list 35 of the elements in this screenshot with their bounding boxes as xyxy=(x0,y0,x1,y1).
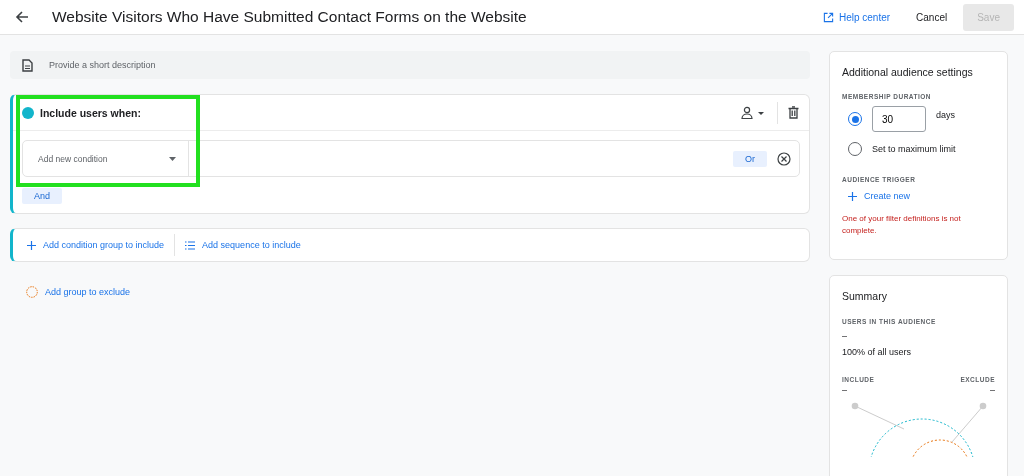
group-title: Include users when: xyxy=(40,106,142,119)
add-action-link[interactable]: Add condition group to include xyxy=(27,240,165,250)
users-count: – xyxy=(842,331,848,341)
trash-icon[interactable] xyxy=(788,106,799,119)
panel-title: Additional audience settings xyxy=(842,66,974,78)
list-icon xyxy=(185,240,196,250)
dashed-circle-icon xyxy=(26,286,38,298)
plus-icon xyxy=(848,191,857,201)
description-field[interactable]: Provide a short description xyxy=(10,51,810,79)
or-button[interactable]: Or xyxy=(733,150,767,167)
exclude-group-link[interactable]: Add group to exclude xyxy=(26,286,810,298)
page-title: Website Visitors Who Have Submitted Contact Forms on the Website xyxy=(52,8,528,26)
help-center-link[interactable]: Help center xyxy=(822,11,891,23)
back-arrow-icon[interactable] xyxy=(14,9,30,25)
days-input[interactable]: 30 xyxy=(872,106,926,132)
group-dot-icon xyxy=(22,106,34,119)
caret-icon xyxy=(169,156,176,161)
users-share: 100% of all users xyxy=(842,347,913,357)
include-count: – xyxy=(842,385,847,395)
user-scope-dropdown[interactable] xyxy=(741,105,767,120)
panel-title: Summary xyxy=(842,290,888,302)
option-label: Set to maximum limit xyxy=(872,144,956,154)
and-button[interactable]: And xyxy=(22,188,62,204)
condition-dropdown[interactable]: Add new condition xyxy=(23,141,189,176)
exclude-count: – xyxy=(990,385,995,395)
plus-icon xyxy=(27,240,36,250)
add-action-link[interactable]: Add sequence to include xyxy=(185,240,301,250)
cancel-button[interactable]: Cancel xyxy=(910,10,954,24)
description-placeholder: Provide a short description xyxy=(49,60,156,70)
create-new-link[interactable]: Create new xyxy=(848,191,995,201)
document-icon xyxy=(22,58,33,72)
error-message: One of your filter definitions is not complete. xyxy=(842,213,962,237)
remove-circle-icon[interactable] xyxy=(777,151,791,166)
external-link-icon xyxy=(822,11,834,23)
days-unit: days xyxy=(936,110,955,120)
